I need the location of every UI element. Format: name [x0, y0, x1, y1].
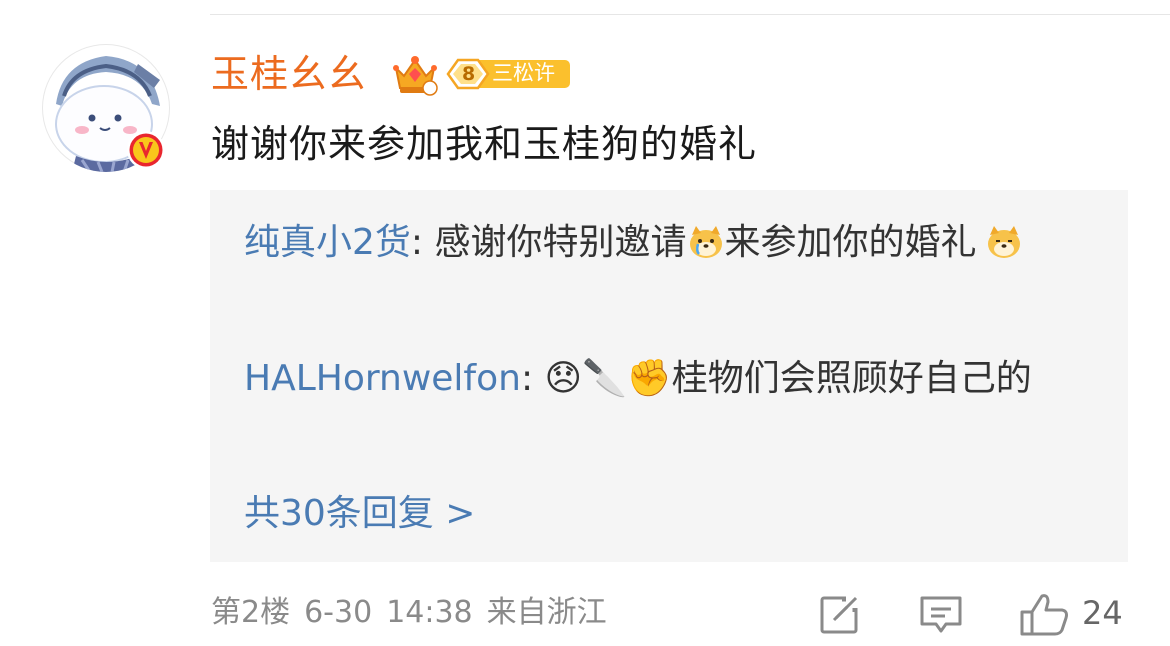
doge-emoji-icon [689, 226, 722, 258]
disappointed-emoji-icon: 😞 [544, 358, 583, 399]
more-replies-link[interactable]: 共30条回复 > [244, 486, 475, 542]
reply-username[interactable]: HALHornwelfon [244, 358, 521, 399]
reply-text: 来参加你的婚礼 [724, 222, 977, 263]
like-count: 24 [1082, 594, 1123, 632]
fist-emoji-icon: ✊ [626, 358, 672, 399]
reply-text: 桂物们会照顾好自己的 [671, 358, 1032, 399]
comment-meta: 第2楼 6-30 14:38 来自浙江 [211, 588, 621, 638]
level-number: 8 [462, 63, 476, 85]
reply-item[interactable]: 纯真小2货: 感谢你特别邀请 来参加你的婚礼 [244, 212, 1104, 274]
avatar[interactable] [42, 44, 170, 172]
comment-time: 14:38 [386, 595, 473, 630]
doge-emoji-icon [987, 226, 1020, 258]
comment-icon[interactable] [918, 592, 964, 636]
crown-icon [393, 56, 438, 96]
share-icon[interactable] [818, 592, 862, 636]
reply-item[interactable]: HALHornwelfon: 😞🔪✊桂物们会照顾好自己的 [244, 348, 1104, 410]
reply-username[interactable]: 纯真小2货 [244, 222, 411, 263]
comment-location: 来自浙江 [486, 595, 607, 630]
top-divider [210, 14, 1170, 15]
like-icon[interactable] [1018, 592, 1072, 636]
level-badge-label: 三松许 [492, 61, 555, 85]
verified-v-icon [127, 131, 165, 169]
comment-username[interactable]: 玉桂幺幺 [211, 48, 367, 100]
reply-separator: : [410, 222, 435, 263]
knife-emoji-icon: 🔪 [582, 358, 627, 399]
reply-text: 感谢你特别邀请 [434, 222, 687, 263]
comment-date: 6-30 [304, 595, 373, 630]
reply-separator: : [520, 358, 545, 399]
floor-number: 第2楼 [211, 595, 291, 630]
comment-text: 谢谢你来参加我和玉桂狗的婚礼 [211, 122, 758, 166]
